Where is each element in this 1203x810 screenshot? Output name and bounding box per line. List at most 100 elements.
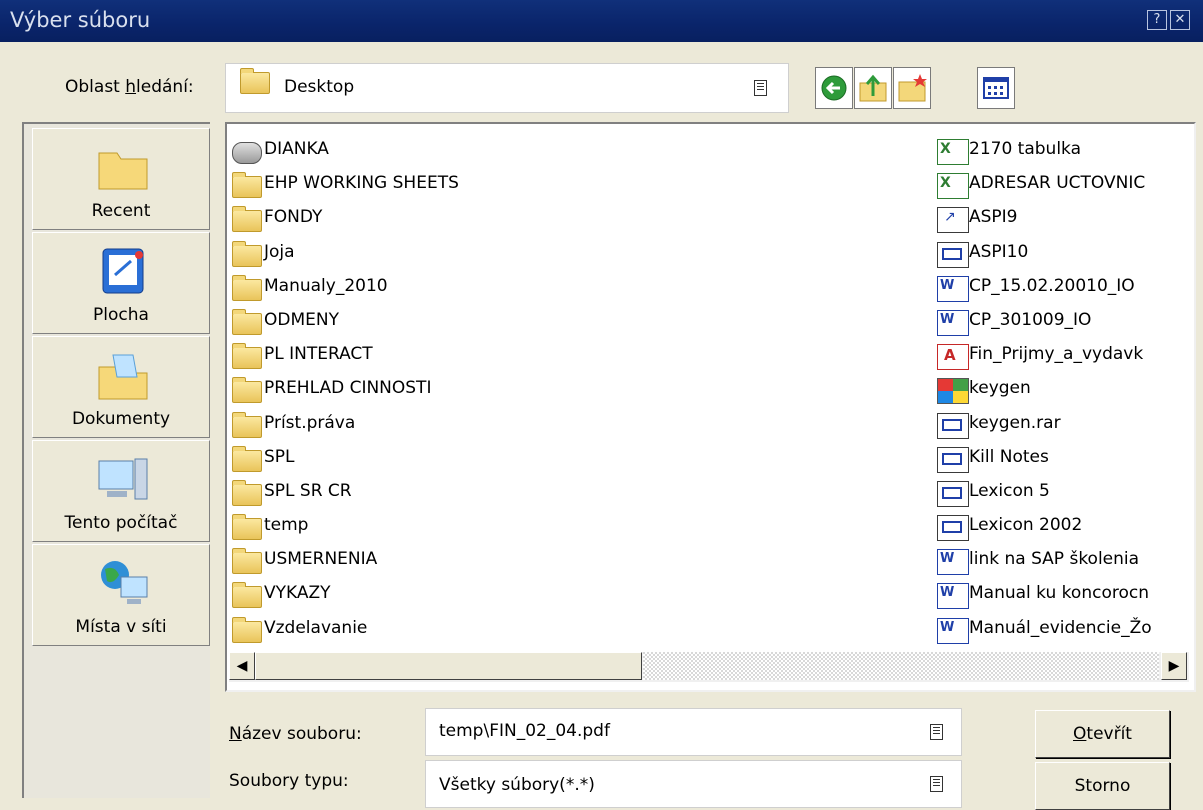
folder-icon (232, 308, 262, 335)
file-name: Manuál_evidencie_Žo (969, 617, 1152, 638)
exe-icon (937, 241, 969, 268)
folder-icon (240, 68, 270, 94)
place-label: Plocha (93, 305, 149, 325)
file-name: Príst.práva (264, 412, 356, 433)
place-label: Tento počítač (64, 513, 178, 533)
file-name: CP_301009_IO (969, 309, 1092, 330)
new-folder-button[interactable] (893, 67, 931, 109)
view-menu-button[interactable] (977, 67, 1015, 109)
file-name-value: temp\FIN_02_04.pdf (439, 721, 610, 741)
file-name: 2170 tabulka (969, 139, 1082, 159)
doc-icon (937, 583, 969, 610)
file-name: SPL SR CR (264, 480, 352, 501)
folder-icon (232, 240, 262, 267)
place-documents[interactable]: Dokumenty (32, 336, 210, 438)
file-name: temp (264, 515, 309, 536)
win-icon (937, 378, 969, 405)
title-bar: Výber súboru ? ✕ (0, 0, 1203, 42)
doc-icon (937, 275, 969, 302)
place-desktop[interactable]: Plocha (32, 232, 210, 334)
file-name: ADRESAR UCTOVNIC (969, 173, 1146, 194)
file-name: ASPI9 (969, 207, 1018, 228)
file-name: ODMENY (264, 309, 339, 330)
file-name: SPL (264, 446, 295, 467)
file-name: Manualy_2010 (264, 275, 388, 296)
folder-icon (232, 616, 262, 643)
scroll-track[interactable] (643, 652, 1159, 680)
file-list[interactable]: DIANKA EHP WORKING SHEETS FONDY Joja Manualy… (225, 122, 1196, 692)
file-name: Lexicon 5 (969, 480, 1050, 501)
place-network[interactable]: Místa v síti (32, 544, 210, 646)
place-my-computer[interactable]: Tento počítač (32, 440, 210, 542)
network-icon (101, 561, 148, 604)
new-folder-icon (898, 74, 927, 102)
scroll-left-button[interactable]: ◀ (229, 652, 255, 680)
folder-icon (232, 343, 262, 370)
horizontal-scrollbar[interactable]: ◀ ▶ (229, 652, 1189, 682)
cancel-button[interactable]: Storno (1035, 762, 1170, 810)
doc-icon (937, 617, 969, 644)
file-name-label: Název souboru: (229, 724, 362, 744)
file-name: keygen.rar (969, 412, 1061, 433)
folder-icon (232, 548, 262, 575)
file-name: PREHLAD CINNOSTI (264, 378, 432, 399)
scroll-right-button[interactable]: ▶ (1161, 652, 1187, 680)
file-name: PL INTERACT (264, 344, 373, 365)
back-arrow-icon (821, 75, 847, 101)
place-label: Recent (91, 201, 151, 221)
place-label: Dokumenty (71, 409, 171, 429)
close-button[interactable]: ✕ (1170, 10, 1190, 30)
exe-icon (937, 515, 969, 542)
file-name: link na SAP školenia (969, 549, 1140, 570)
folder-icon (232, 445, 262, 472)
file-name: Joja (264, 241, 295, 262)
look-in-value: Desktop (284, 77, 355, 97)
file-type-dropdown[interactable]: Všetky súbory(*.*) (425, 760, 962, 808)
desktop-icon (102, 248, 144, 294)
view-menu-icon (983, 77, 1009, 99)
folder-icon (232, 582, 262, 609)
window-title: Výber súboru (10, 8, 151, 32)
place-label: Místa v síti (75, 617, 167, 637)
xls-icon (937, 173, 969, 200)
file-name: keygen (969, 378, 1031, 399)
places-bar: Recent Plocha Dokumenty Tento počítač Mí… (22, 122, 210, 798)
folder-icon (232, 411, 262, 438)
documents-folder-icon (98, 354, 148, 400)
look-in-label: Oblast hledání: (65, 77, 194, 97)
file-name: Lexicon 2002 (969, 515, 1083, 536)
exe-icon (937, 412, 969, 439)
lnk-icon (937, 207, 969, 234)
file-name: Manual ku koncorocn (969, 583, 1149, 604)
dropdown-arrow-icon[interactable] (754, 80, 767, 96)
help-button[interactable]: ? (1147, 10, 1167, 30)
pdf-icon (937, 344, 969, 371)
file-name: DIANKA (264, 139, 329, 159)
open-button[interactable]: Otevřít (1035, 710, 1170, 758)
file-name: Kill Notes (969, 446, 1049, 467)
file-name: EHP WORKING SHEETS (264, 173, 459, 194)
doc-icon (937, 309, 969, 336)
folder-icon (232, 514, 262, 541)
file-type-label: Soubory typu: (229, 771, 349, 791)
exe-icon (937, 480, 969, 507)
file-name: FONDY (264, 207, 323, 228)
folder-icon (232, 206, 262, 233)
up-folder-icon (859, 74, 887, 102)
back-button[interactable] (815, 67, 853, 109)
folder-icon (232, 274, 262, 301)
scroll-thumb[interactable] (255, 652, 642, 680)
file-name: CP_15.02.20010_IO (969, 275, 1135, 296)
file-name: ASPI10 (969, 241, 1029, 262)
doc-icon (937, 549, 969, 576)
file-name: USMERNENIA (264, 549, 378, 570)
file-name-input[interactable]: temp\FIN_02_04.pdf (425, 708, 962, 756)
place-recent[interactable]: Recent (32, 128, 210, 230)
computer-icon (98, 458, 148, 500)
up-folder-button[interactable] (854, 67, 892, 109)
file-type-value: Všetky súbory(*.*) (439, 775, 595, 795)
xls-icon (937, 139, 969, 165)
dropdown-arrow-icon[interactable] (930, 776, 943, 792)
look-in-dropdown[interactable]: Desktop (225, 63, 789, 113)
dropdown-arrow-icon[interactable] (930, 724, 943, 740)
